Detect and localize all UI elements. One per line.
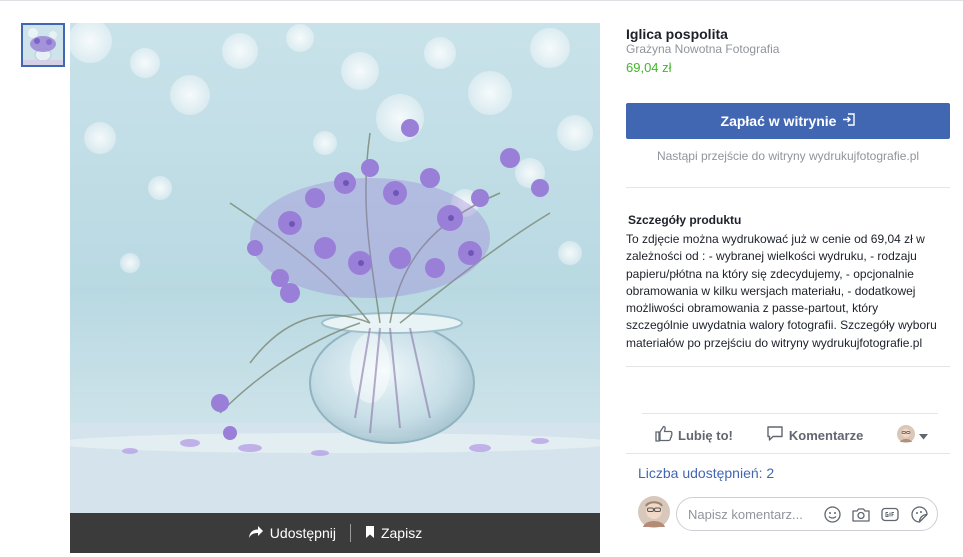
details-text: To zdjęcie można wydrukować już w cenie …: [626, 232, 937, 350]
comment-button[interactable]: Komentarze: [766, 425, 863, 445]
comment-label: Komentarze: [788, 427, 864, 443]
pay-on-website-button[interactable]: Zapłać w witrynie: [626, 103, 950, 139]
sticker-icon[interactable]: [909, 504, 929, 524]
speech-bubble-icon: [766, 425, 784, 445]
comment-placeholder: Napisz komentarz...: [688, 506, 803, 522]
divider: [626, 366, 950, 367]
thumbs-up-icon: [655, 425, 673, 445]
divider: [626, 453, 950, 454]
comment-composer: Napisz komentarz...: [638, 495, 938, 533]
product-photo[interactable]: [70, 23, 600, 513]
divider: [626, 187, 950, 188]
save-label: Zapisz: [380, 525, 423, 541]
like-button[interactable]: Lubię to!: [655, 425, 733, 445]
gif-icon[interactable]: [880, 504, 900, 524]
avatar: [638, 495, 670, 533]
product-title[interactable]: Iglica pospolita: [626, 26, 728, 42]
external-login-icon: [842, 113, 856, 129]
emoji-icon[interactable]: [822, 504, 842, 524]
details-heading: Szczegóły produktu: [628, 213, 742, 227]
avatar: [897, 424, 915, 446]
save-button[interactable]: Zapisz: [351, 525, 436, 542]
like-label: Lubię to!: [678, 427, 733, 443]
chevron-down-icon: [919, 428, 928, 443]
bookmark-icon: [365, 525, 375, 542]
camera-icon[interactable]: [851, 504, 871, 524]
share-arrow-icon: [248, 525, 264, 542]
divider: [642, 413, 938, 414]
product-price: 69,04 zł: [626, 60, 672, 75]
social-actions: Lubię to! Komentarze: [642, 420, 938, 450]
share-label: Udostępnij: [269, 525, 336, 541]
identity-chooser[interactable]: [897, 424, 928, 446]
share-button[interactable]: Udostępnij: [234, 525, 350, 542]
photo-action-bar: Udostępnij Zapisz: [70, 513, 600, 553]
shares-count-link[interactable]: Liczba udostępnień: 2: [638, 465, 774, 481]
pay-button-label: Zapłać w witrynie: [720, 113, 837, 129]
seller-name[interactable]: Grażyna Nowotna Fotografia: [626, 42, 779, 56]
top-border: [0, 0, 963, 1]
comment-input[interactable]: Napisz komentarz...: [676, 497, 938, 531]
photo-thumbnail[interactable]: [21, 23, 65, 67]
redirect-note: Nastąpi przejście do witryny wydrukujfot…: [656, 149, 920, 163]
